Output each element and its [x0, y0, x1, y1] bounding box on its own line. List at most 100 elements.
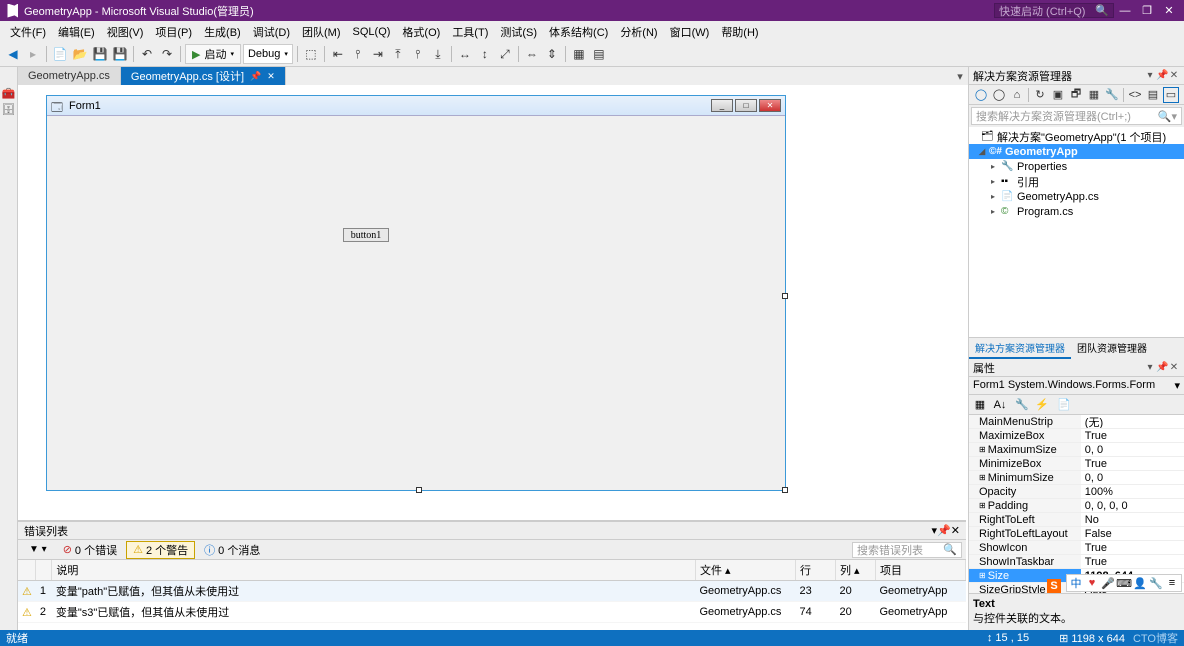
hspacing-button[interactable]: ⇔: [523, 44, 541, 64]
menu-item[interactable]: 项目(P): [149, 24, 198, 40]
align-top-button[interactable]: ⤒: [389, 44, 407, 64]
save-button[interactable]: 💾: [91, 44, 109, 64]
form-maximize-icon[interactable]: □: [735, 99, 757, 112]
new-project-button[interactable]: 📄: [51, 44, 69, 64]
file-program[interactable]: ▸©Program.cs: [969, 204, 1184, 219]
menu-item[interactable]: 编辑(E): [52, 24, 101, 40]
property-row[interactable]: ⊞ MaximumSize0, 0: [969, 443, 1184, 457]
nav-back-button[interactable]: ◀: [4, 44, 22, 64]
property-row[interactable]: Opacity100%: [969, 485, 1184, 499]
propertypages-icon[interactable]: 📄: [1055, 396, 1073, 414]
references-node[interactable]: ▸▪▪引用: [969, 174, 1184, 189]
messages-filter[interactable]: ⓘ0 个消息: [197, 541, 267, 559]
viewdesigner-icon[interactable]: ▭: [1163, 87, 1179, 103]
menu-item[interactable]: 格式(O): [396, 24, 446, 40]
quick-launch-input[interactable]: 快速启动 (Ctrl+Q) 🔍: [994, 3, 1114, 18]
undo-button[interactable]: ↶: [138, 44, 156, 64]
close-icon[interactable]: ✕: [1158, 0, 1180, 21]
error-search-input[interactable]: 搜索错误列表🔍: [852, 542, 962, 558]
nav-forward-button[interactable]: ▸: [24, 44, 42, 64]
error-row[interactable]: ⚠1变量"path"已赋值，但其值从未使用过GeometryApp.cs2320…: [18, 581, 966, 602]
properties-object[interactable]: Form1 System.Windows.Forms.Form ▾: [969, 377, 1184, 395]
properties-grid[interactable]: MainMenuStrip(无)MaximizeBoxTrue⊞ Maximum…: [969, 415, 1184, 593]
properties-node[interactable]: ▸🔧Properties: [969, 159, 1184, 174]
align-bottom-button[interactable]: ⤓: [429, 44, 447, 64]
panel-options-icon[interactable]: ▾: [1144, 70, 1156, 81]
redo-button[interactable]: ↷: [158, 44, 176, 64]
property-row[interactable]: RightToLeftLayoutFalse: [969, 527, 1184, 541]
filter-dropdown[interactable]: ▼ ▾: [22, 541, 54, 559]
menu-item[interactable]: 调试(D): [247, 24, 296, 40]
property-row[interactable]: MaximizeBoxTrue: [969, 429, 1184, 443]
back-icon[interactable]: ◯: [973, 87, 989, 103]
menu-item[interactable]: 分析(N): [614, 24, 663, 40]
panel-options-icon[interactable]: ▾: [1144, 362, 1156, 373]
props-icon[interactable]: 🔧: [1104, 87, 1120, 103]
align-left-button[interactable]: ⇤: [329, 44, 347, 64]
property-row[interactable]: ⊞ MinimumSize0, 0: [969, 471, 1184, 485]
menu-item[interactable]: 体系结构(C): [543, 24, 614, 40]
send-back-button[interactable]: ▤: [590, 44, 608, 64]
home-icon[interactable]: ⌂: [1009, 87, 1025, 103]
preview-icon[interactable]: ▤: [1145, 87, 1161, 103]
open-button[interactable]: 📂: [71, 44, 89, 64]
pin-icon[interactable]: 📌: [1156, 70, 1168, 81]
menu-item[interactable]: 工具(T): [446, 24, 494, 40]
menu-item[interactable]: 视图(V): [101, 24, 150, 40]
showall-icon[interactable]: ▦: [1086, 87, 1102, 103]
menu-item[interactable]: 帮助(H): [715, 24, 764, 40]
property-row[interactable]: ShowIconTrue: [969, 541, 1184, 555]
error-row[interactable]: ⚠2变量"s3"已赋值，但其值从未使用过GeometryApp.cs7420Ge…: [18, 602, 966, 623]
property-row[interactable]: RightToLeftNo: [969, 513, 1184, 527]
toolbox-tab-icon[interactable]: 🧰: [2, 87, 16, 101]
property-row[interactable]: ⊞ Padding0, 0, 0, 0: [969, 499, 1184, 513]
panel-close-icon[interactable]: ✕: [1168, 362, 1180, 373]
menu-item[interactable]: 生成(B): [198, 24, 247, 40]
tab-team-explorer[interactable]: 团队资源管理器: [1071, 338, 1153, 359]
warnings-filter[interactable]: ⚠2 个警告: [126, 541, 195, 559]
panel-close-icon[interactable]: ✕: [1168, 70, 1180, 81]
collapse-icon[interactable]: ▣: [1050, 87, 1066, 103]
property-row[interactable]: ShowInTaskbarTrue: [969, 555, 1184, 569]
tab-overflow-button[interactable]: ▾: [952, 67, 968, 85]
fwd-icon[interactable]: ◯: [991, 87, 1007, 103]
restore-icon[interactable]: ❐: [1136, 0, 1158, 21]
minimize-icon[interactable]: —: [1114, 0, 1136, 21]
menu-item[interactable]: 窗口(W): [664, 24, 716, 40]
bring-front-button[interactable]: ▦: [570, 44, 588, 64]
document-tab[interactable]: GeometryApp.cs [设计]📌✕: [121, 67, 286, 85]
align-center-button[interactable]: ⫯: [349, 44, 367, 64]
config-combo[interactable]: Debug ▾: [243, 44, 293, 64]
vspacing-button[interactable]: ⇕: [543, 44, 561, 64]
viewcode-icon[interactable]: <>: [1127, 87, 1143, 103]
size-height-button[interactable]: ↕: [476, 44, 494, 64]
sync-icon[interactable]: 🗗: [1068, 87, 1084, 103]
pin-icon[interactable]: 📌: [937, 524, 951, 537]
project-node[interactable]: ◢©#GeometryApp: [969, 144, 1184, 159]
menu-item[interactable]: SQL(Q): [347, 26, 397, 38]
property-row[interactable]: MinimizeBoxTrue: [969, 457, 1184, 471]
alphabetical-icon[interactable]: A↓: [991, 396, 1009, 414]
ime-floating-toolbar[interactable]: S 中♥🎤⌨👤🔧≡: [1066, 574, 1182, 592]
form-minimize-icon[interactable]: _: [711, 99, 733, 112]
menu-item[interactable]: 文件(F): [4, 24, 52, 40]
events-icon[interactable]: ⚡: [1033, 396, 1051, 414]
refresh-icon[interactable]: ↻: [1032, 87, 1048, 103]
property-row[interactable]: MainMenuStrip(无): [969, 415, 1184, 429]
menu-item[interactable]: 测试(S): [494, 24, 543, 40]
categorized-icon[interactable]: ▦: [971, 396, 989, 414]
document-tab[interactable]: GeometryApp.cs: [18, 67, 121, 85]
form-close-icon[interactable]: ✕: [759, 99, 781, 112]
form-designer[interactable]: 🗔 Form1 _ □ ✕ button1: [46, 95, 786, 491]
pin-icon[interactable]: 📌: [250, 71, 261, 82]
menu-item[interactable]: 团队(M): [296, 24, 347, 40]
file-geometryapp[interactable]: ▸📄GeometryApp.cs: [969, 189, 1184, 204]
solution-tree[interactable]: 🗂解决方案"GeometryApp"(1 个项目) ◢©#GeometryApp…: [969, 127, 1184, 337]
solution-search-input[interactable]: 搜索解决方案资源管理器(Ctrl+;) 🔍▾: [971, 107, 1182, 125]
size-width-button[interactable]: ↔: [456, 44, 474, 64]
datasource-tab-icon[interactable]: 🗄: [2, 103, 16, 117]
align-right-button[interactable]: ⇥: [369, 44, 387, 64]
error-table[interactable]: 说明文件 ▴行列 ▴项目 ⚠1变量"path"已赋值，但其值从未使用过Geome…: [18, 560, 966, 623]
start-button[interactable]: ▶ 启动 ▾: [185, 44, 241, 64]
size-both-button[interactable]: ⤢: [496, 44, 514, 64]
